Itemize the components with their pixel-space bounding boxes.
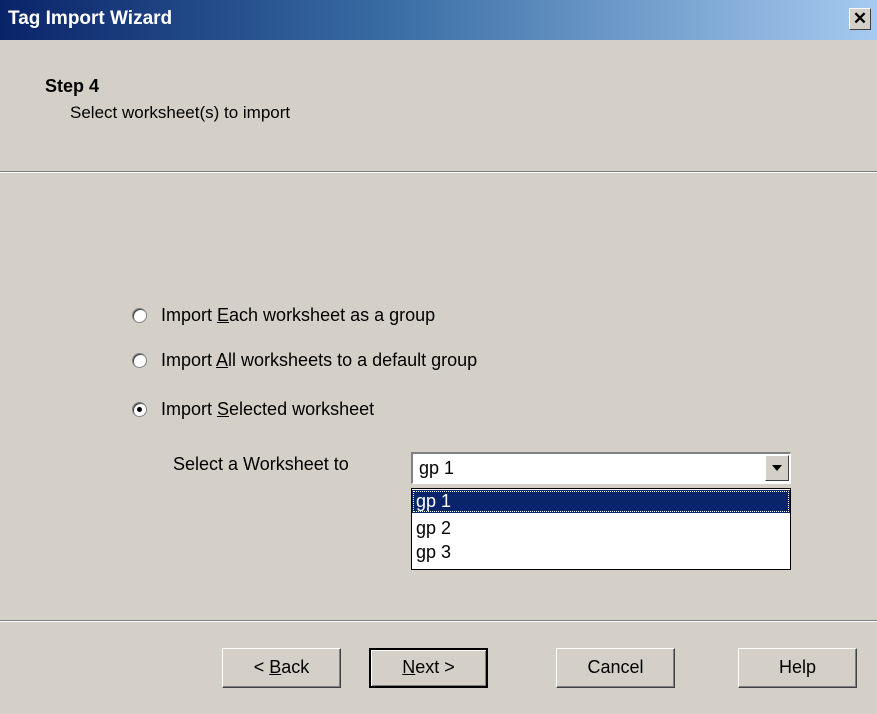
radio-label: Import All worksheets to a default group (161, 349, 478, 370)
header-separator (0, 171, 877, 173)
close-icon: ✕ (852, 9, 868, 28)
title-bar: Tag Import Wizard ✕ (0, 0, 877, 40)
wizard-header: Step 4 Select worksheet(s) to import (0, 40, 877, 171)
radio-label: Import Selected worksheet (161, 398, 375, 419)
combobox-value: gp 1 (419, 458, 455, 478)
radio-button[interactable] (132, 352, 147, 368)
list-item[interactable]: gp 1 (412, 490, 790, 513)
step-title: Step 4 (45, 76, 100, 96)
dropdown-arrow-button[interactable] (765, 455, 789, 481)
radio-import-each[interactable]: Import Each worksheet as a group (132, 303, 435, 327)
footer-separator (0, 620, 877, 622)
worksheet-dropdown-list[interactable]: gp 1 gp 2 gp 3 (411, 488, 791, 570)
worksheet-label: Select a Worksheet to (173, 454, 349, 474)
radio-import-all[interactable]: Import All worksheets to a default group (132, 348, 477, 372)
list-item[interactable]: gp 2 (412, 517, 790, 540)
radio-import-selected[interactable]: Import Selected worksheet (132, 397, 374, 421)
list-item[interactable]: gp 3 (412, 541, 790, 564)
cancel-button[interactable]: Cancel (556, 648, 675, 688)
back-button[interactable]: < Back (222, 648, 341, 688)
next-button[interactable]: Next > (369, 648, 488, 688)
radio-label: Import Each worksheet as a group (161, 304, 436, 325)
radio-button[interactable] (132, 307, 147, 323)
radio-button-checked[interactable] (132, 401, 147, 417)
step-subtitle: Select worksheet(s) to import (70, 103, 291, 122)
window-title: Tag Import Wizard (8, 8, 173, 29)
worksheet-combobox[interactable]: gp 1 (411, 452, 791, 484)
close-button[interactable]: ✕ (849, 8, 871, 30)
help-button[interactable]: Help (738, 648, 857, 688)
